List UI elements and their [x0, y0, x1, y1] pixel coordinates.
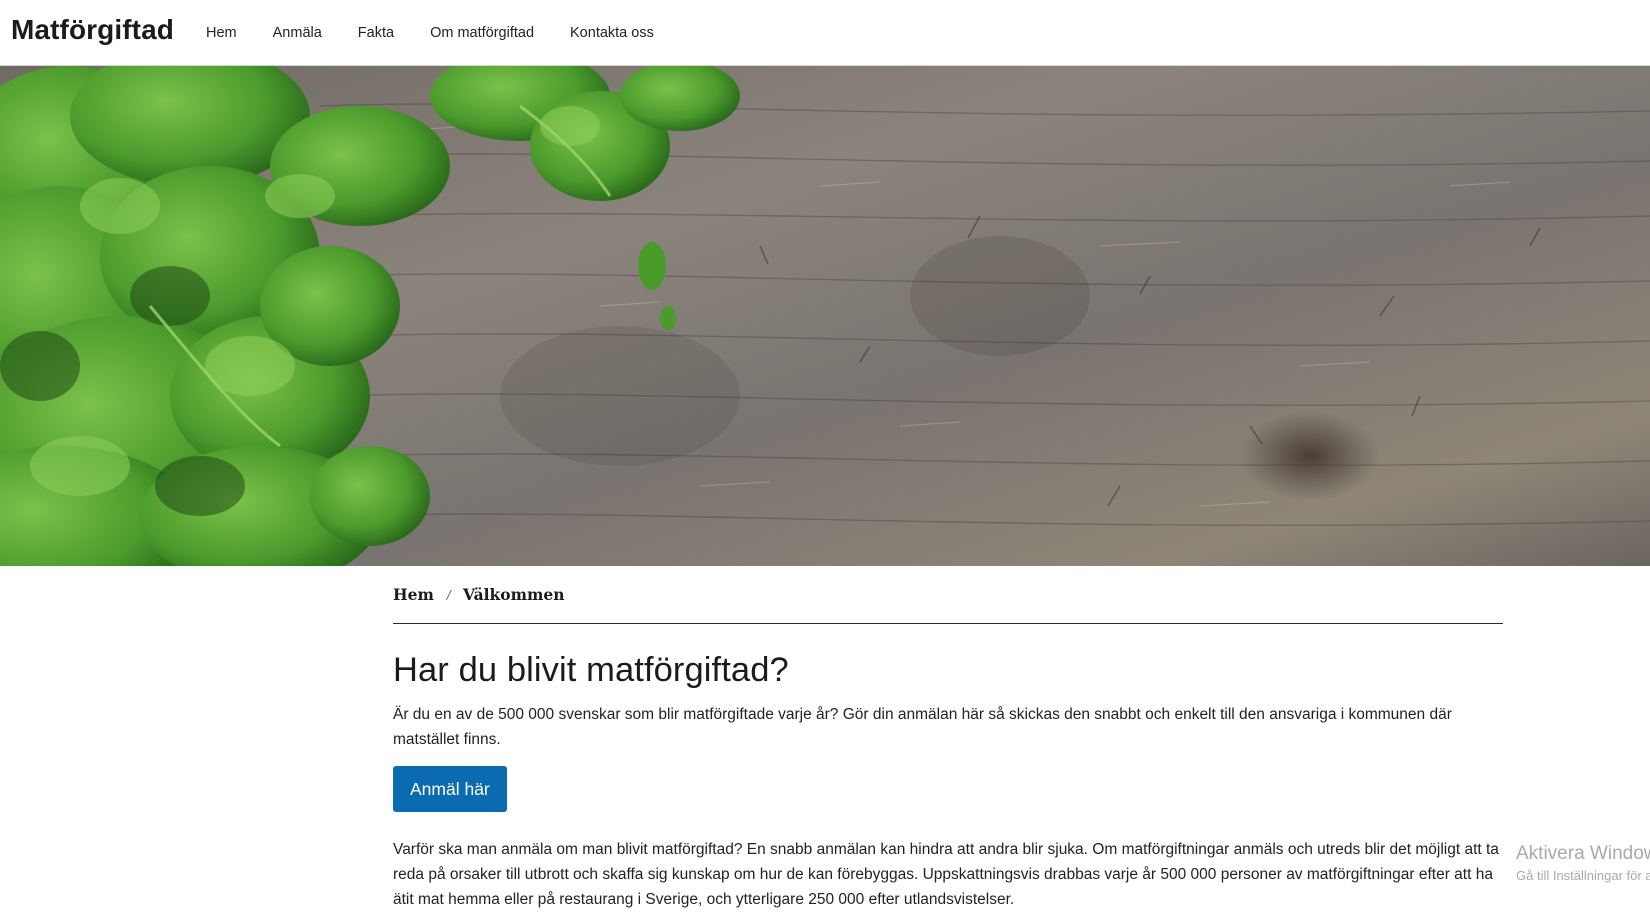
report-button[interactable]: Anmäl här [393, 765, 507, 812]
watermark-subtitle: Gå till Inställningar för att aktivera W… [1516, 868, 1650, 883]
site-logo[interactable]: Matförgiftad [11, 14, 174, 46]
breadcrumb-separator: / [446, 587, 451, 602]
nav-item-om-matforgiftad[interactable]: Om matförgiftad [430, 25, 534, 41]
breadcrumb-item-current: Välkommen [462, 585, 565, 604]
hero-image [0, 66, 1650, 566]
nav-item-kontakta-oss[interactable]: Kontakta oss [570, 25, 654, 41]
hero-illustration [0, 66, 1650, 566]
page-title: Har du blivit matförgiftad? [393, 651, 789, 689]
lead-paragraph: Är du en av de 500 000 svenskar som blir… [393, 705, 1452, 748]
breadcrumb: Hem / Välkommen [393, 566, 1503, 624]
nav-item-fakta[interactable]: Fakta [358, 25, 394, 41]
main-content: Hem / Välkommen Har du blivit matförgift… [393, 566, 1503, 912]
main-nav: Hem Anmäla Fakta Om matförgiftad Kontakt… [206, 0, 690, 66]
body-paragraph: Varför ska man anmäla om man blivit matf… [393, 840, 1499, 908]
nav-item-hem[interactable]: Hem [206, 25, 237, 41]
windows-activation-watermark: Aktivera Windows Gå till Inställningar f… [1516, 842, 1650, 884]
site-header: Matförgiftad Hem Anmäla Fakta Om matförg… [0, 0, 1650, 66]
nav-item-anmala[interactable]: Anmäla [273, 25, 322, 41]
breadcrumb-item-hem[interactable]: Hem [393, 585, 434, 604]
watermark-title: Aktivera Windows [1516, 843, 1650, 864]
